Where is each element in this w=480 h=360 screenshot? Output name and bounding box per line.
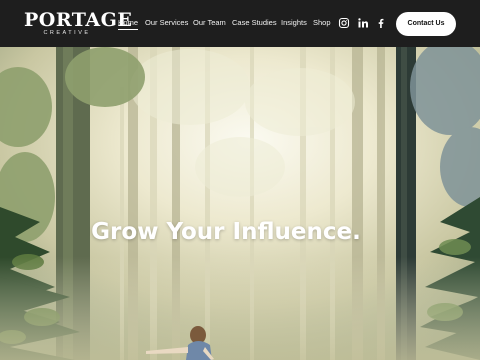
site-header: PORTAGE CREATIVE Home Our Services Our T… — [0, 0, 480, 47]
hero-forest-illustration — [0, 47, 480, 360]
nav-our-services[interactable]: Our Services — [145, 17, 188, 29]
nav-case-studies[interactable]: Case Studies — [232, 17, 277, 29]
nav-insights[interactable]: Insights — [281, 17, 307, 29]
logo-tagline: CREATIVE — [43, 30, 91, 36]
logo-wordmark: PORTAGE — [24, 9, 133, 31]
linkedin-icon[interactable] — [357, 17, 369, 29]
nav-our-team[interactable]: Our Team — [193, 17, 226, 29]
hero-section: Grow Your Influence. — [0, 47, 480, 360]
nav-home[interactable]: Home — [118, 17, 139, 30]
nav-shop[interactable]: Shop — [313, 17, 331, 29]
contact-us-button[interactable]: Contact Us — [396, 12, 456, 36]
site-logo[interactable]: PORTAGE CREATIVE — [24, 9, 133, 38]
facebook-icon[interactable] — [375, 17, 387, 29]
instagram-icon[interactable] — [338, 17, 350, 29]
hero-headline: Grow Your Influence. — [91, 219, 361, 245]
